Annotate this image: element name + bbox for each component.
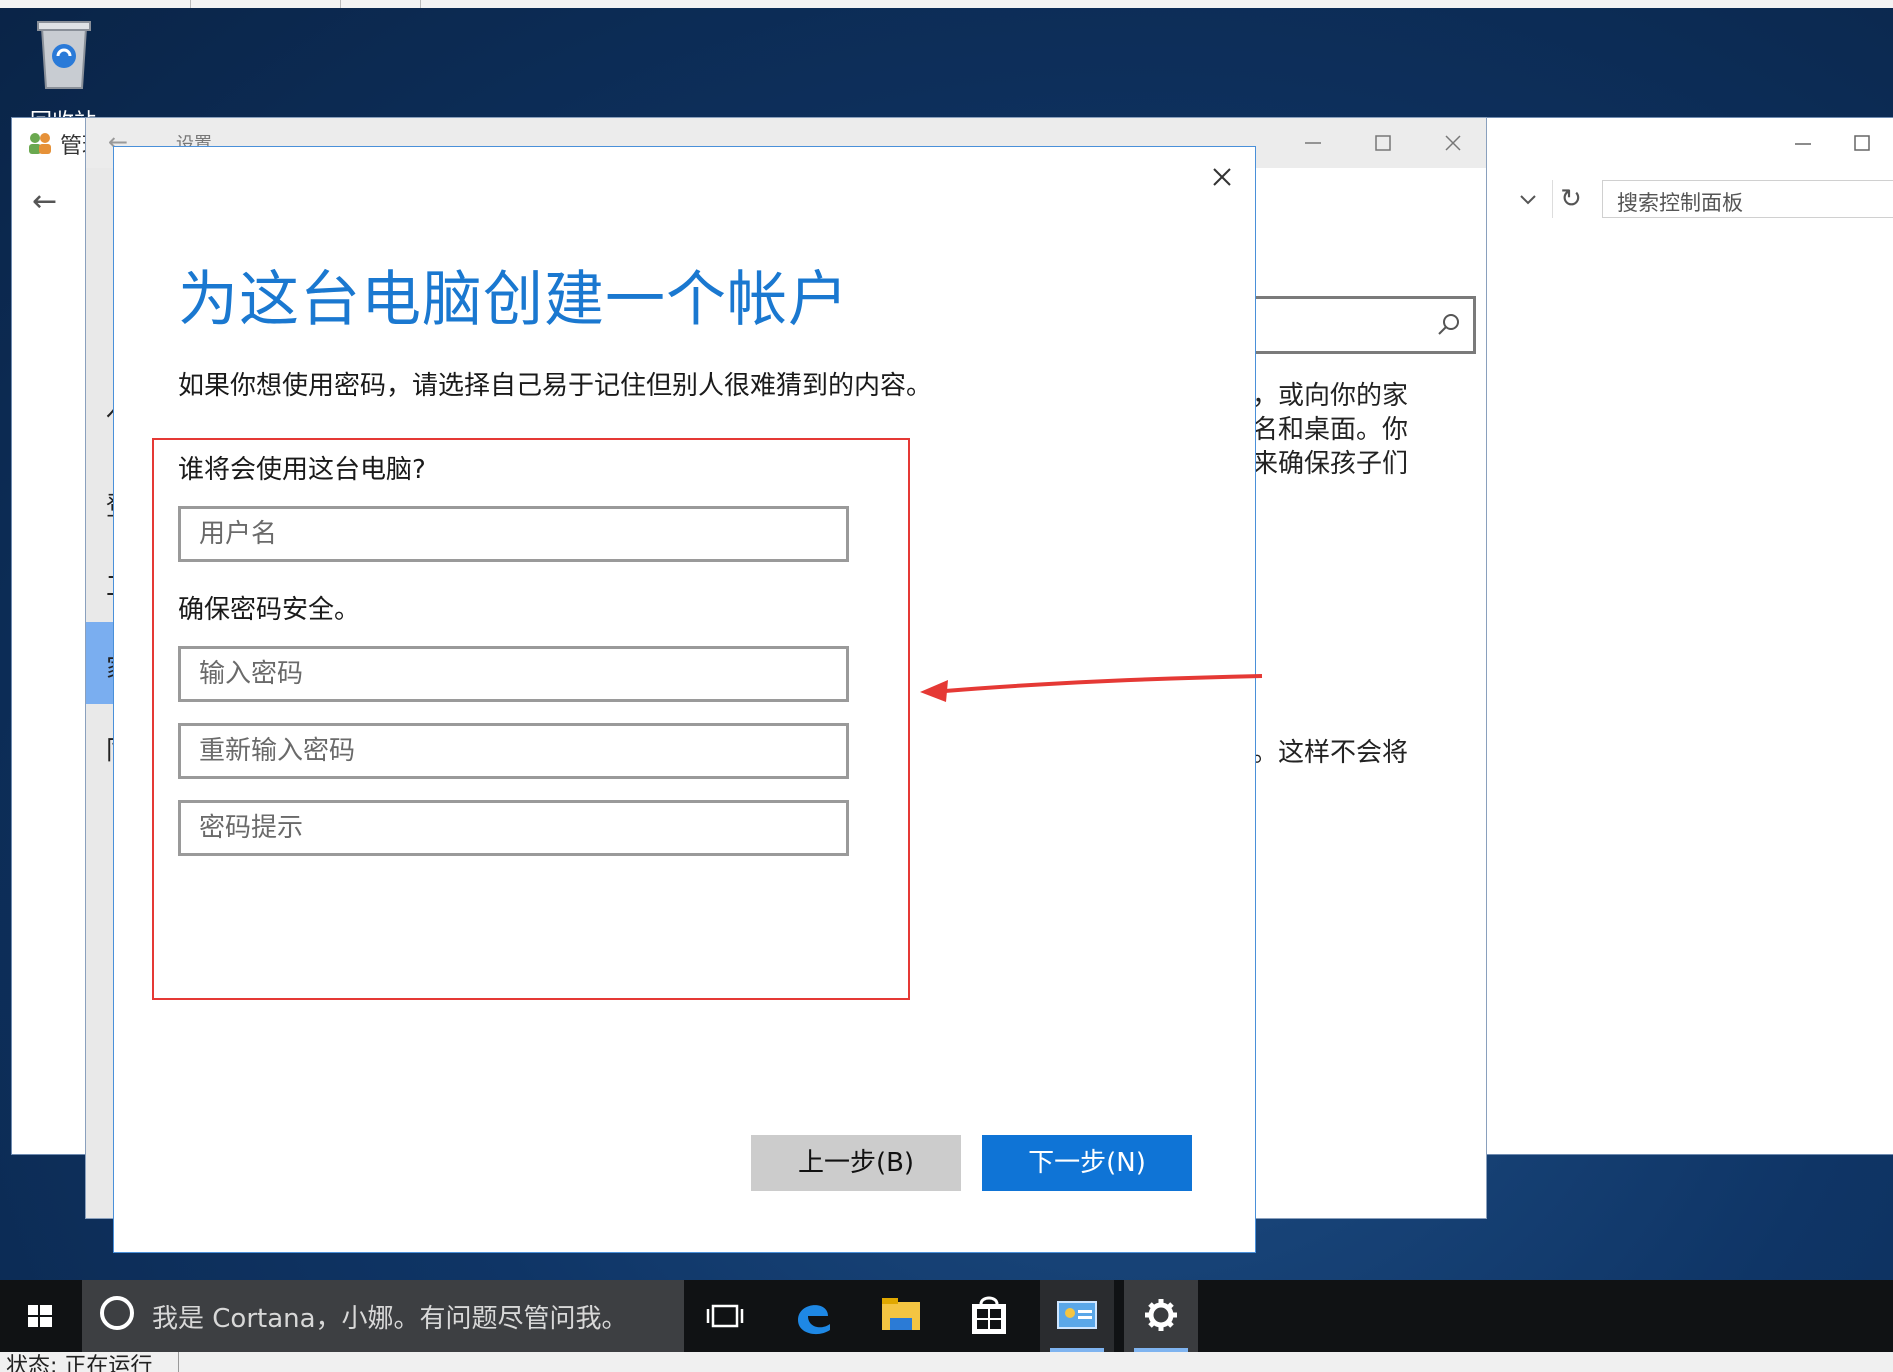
- password-hint-input[interactable]: [181, 803, 846, 853]
- settings-gear-icon[interactable]: [1124, 1280, 1198, 1352]
- minimize-icon[interactable]: [1296, 128, 1330, 158]
- reenter-password-input[interactable]: [181, 726, 846, 776]
- file-explorer-icon[interactable]: [864, 1280, 938, 1352]
- who-label: 谁将会使用这台电脑?: [178, 455, 426, 485]
- store-icon[interactable]: [952, 1280, 1026, 1352]
- control-panel-search-input[interactable]: 搜索控制面板: [1602, 180, 1893, 218]
- top-window-strip: [0, 0, 1893, 8]
- minimize-icon[interactable]: [1783, 126, 1823, 160]
- windows-start-icon[interactable]: [0, 1280, 80, 1352]
- task-view-icon[interactable]: [688, 1280, 762, 1352]
- username-input[interactable]: [181, 509, 846, 559]
- taskbar: 我是 Cortana，小娜。有问题尽管问我。: [0, 1280, 1893, 1352]
- control-panel-icon[interactable]: [1040, 1280, 1114, 1352]
- reenter-password-field[interactable]: [178, 723, 849, 779]
- settings-nav: 亻 登 工 家 同: [86, 168, 132, 1218]
- close-icon[interactable]: [1436, 128, 1470, 158]
- status-bar: 状态: 正在运行: [0, 1352, 1893, 1372]
- refresh-icon[interactable]: ↻: [1552, 180, 1589, 218]
- dialog-heading: 为这台电脑创建一个帐户: [178, 265, 849, 335]
- cortana-text: 我是 Cortana，小娜。有问题尽管问我。: [152, 1304, 628, 1334]
- status-divider: [178, 1352, 179, 1372]
- maximize-icon[interactable]: [1833, 126, 1893, 160]
- back-arrow-icon[interactable]: ←: [32, 184, 57, 219]
- secure-password-label: 确保密码安全。: [178, 595, 361, 625]
- recycle-bin[interactable]: 回收站: [22, 18, 112, 135]
- users-icon: [29, 133, 51, 154]
- next-button[interactable]: 下一步(N): [982, 1135, 1192, 1191]
- password-input[interactable]: [181, 649, 846, 699]
- create-account-dialog: 为这台电脑创建一个帐户 如果你想使用密码，请选择自己易于记住但别人很难猜到的内容…: [113, 146, 1256, 1253]
- username-field[interactable]: [178, 506, 849, 562]
- back-button[interactable]: 上一步(B): [751, 1135, 961, 1191]
- maximize-icon[interactable]: [1366, 128, 1400, 158]
- edge-icon[interactable]: [776, 1280, 850, 1352]
- dialog-description: 如果你想使用密码，请选择自己易于记住但别人很难猜到的内容。: [178, 371, 933, 401]
- password-hint-field[interactable]: [178, 800, 849, 856]
- cortana-search-box[interactable]: 我是 Cortana，小娜。有问题尽管问我。: [82, 1280, 684, 1352]
- recycle-bin-icon: [37, 21, 91, 89]
- status-text: 状态: 正在运行: [6, 1354, 153, 1372]
- chevron-down-icon[interactable]: [1512, 180, 1544, 218]
- cortana-icon: [100, 1296, 134, 1330]
- search-icon: [1438, 314, 1459, 335]
- password-field[interactable]: [178, 646, 849, 702]
- close-icon[interactable]: [1204, 159, 1240, 195]
